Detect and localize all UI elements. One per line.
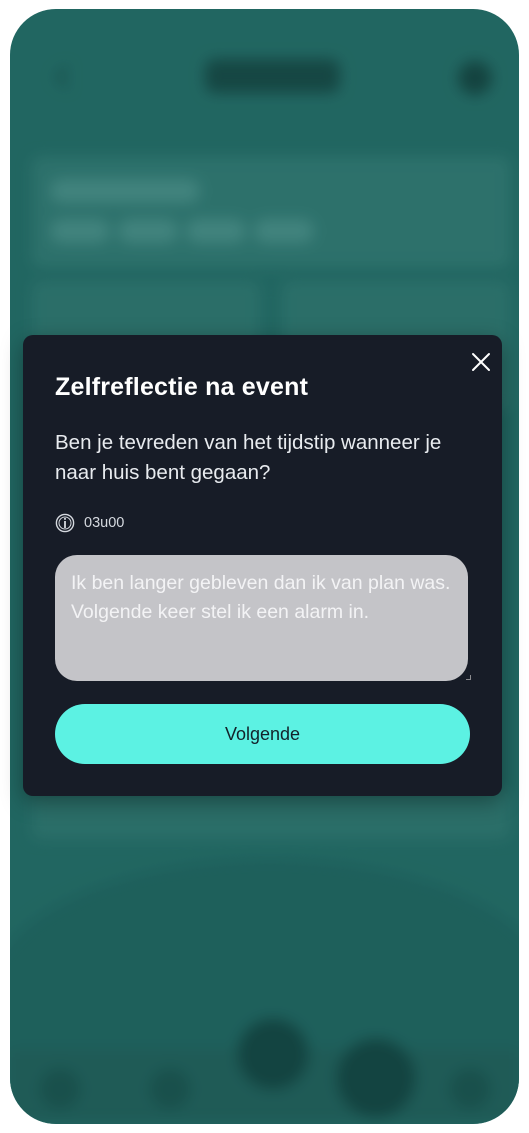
next-button[interactable]: Volgende <box>55 704 470 764</box>
reflection-answer-field[interactable]: Ik ben langer gebleven dan ik van plan w… <box>55 555 468 681</box>
close-icon <box>472 353 490 371</box>
question-text: Ben je tevreden van het tijdstip wanneer… <box>55 431 442 484</box>
close-button[interactable] <box>468 349 494 375</box>
time-label: 03u00 <box>84 515 125 531</box>
time-info: 03u00 <box>55 513 124 533</box>
resize-handle[interactable] <box>466 675 471 680</box>
reflection-dialog: Zelfreflectie na event Ben je tevreden v… <box>23 335 502 796</box>
dialog-title: Zelfreflectie na event <box>55 373 309 401</box>
info-icon <box>55 513 75 533</box>
